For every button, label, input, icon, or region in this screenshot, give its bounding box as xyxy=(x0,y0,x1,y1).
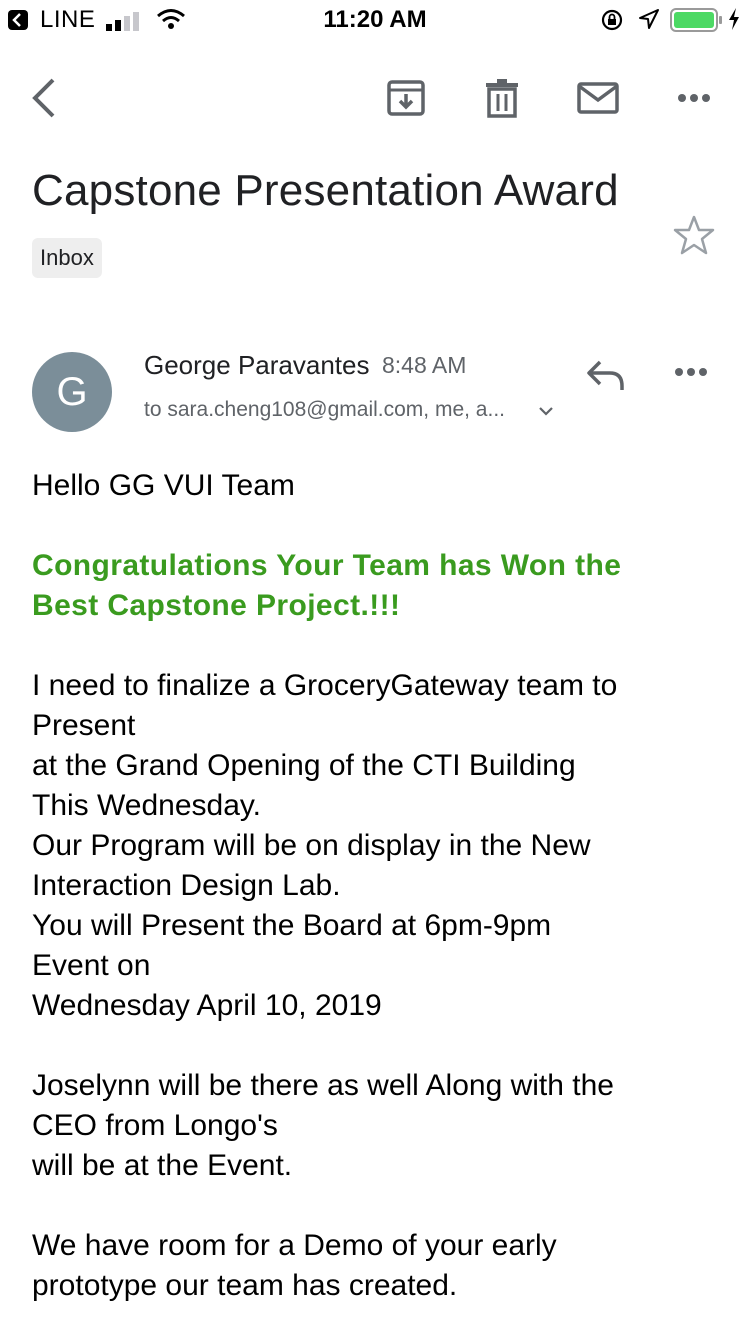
status-bar: LINE 11:20 AM xyxy=(0,0,750,40)
body-line: Interaction Design Lab. xyxy=(32,869,341,902)
body-line: This Wednesday. xyxy=(32,789,261,822)
message-more-icon[interactable] xyxy=(674,364,708,382)
body-line: Our Program will be on display in the Ne… xyxy=(32,829,591,862)
chevron-down-icon[interactable] xyxy=(538,404,554,422)
reply-icon[interactable] xyxy=(584,356,628,401)
recipients-line[interactable]: to sara.cheng108@gmail.com, me, a... xyxy=(144,398,505,422)
back-arrow-icon[interactable] xyxy=(16,70,72,126)
body-line: Wednesday April 10, 2019 xyxy=(32,989,382,1022)
body-line: at the Grand Opening of the CTI Building xyxy=(32,749,576,782)
body-line: CEO from Longo's xyxy=(32,1109,278,1142)
body-line: prototype our team has created. xyxy=(32,1269,458,1302)
inbox-label-chip[interactable]: Inbox xyxy=(32,238,102,278)
body-line: I need to finalize a GroceryGateway team… xyxy=(32,669,618,702)
congrats-line: Congratulations Your Team has Won the xyxy=(32,549,622,582)
mail-icon[interactable] xyxy=(570,70,626,126)
sender-name: George Paravantes xyxy=(144,350,370,380)
battery-icon xyxy=(670,7,724,40)
trash-icon[interactable] xyxy=(474,70,530,126)
congrats-line: Best Capstone Project.!!! xyxy=(32,589,401,622)
body-line: We have room for a Demo of your early xyxy=(32,1229,557,1262)
email-subject: Capstone Presentation Award xyxy=(32,166,619,215)
body-line: Event on xyxy=(32,949,151,982)
rotation-lock-icon xyxy=(600,8,624,39)
sender-avatar[interactable]: G xyxy=(32,352,112,432)
body-line: will be at the Event. xyxy=(32,1149,293,1182)
body-line: Joselynn will be there as well Along wit… xyxy=(32,1069,614,1102)
star-icon[interactable] xyxy=(672,214,716,261)
body-line: Present xyxy=(32,709,136,742)
archive-icon[interactable] xyxy=(378,70,434,126)
charging-bolt-icon xyxy=(728,8,740,37)
more-icon[interactable] xyxy=(666,70,722,126)
body-line: You will Present the Board at 6pm-9pm xyxy=(32,909,552,942)
sent-time: 8:48 AM xyxy=(382,352,467,378)
greeting-line: Hello GG VUI Team xyxy=(32,469,295,502)
location-arrow-icon xyxy=(638,8,660,37)
